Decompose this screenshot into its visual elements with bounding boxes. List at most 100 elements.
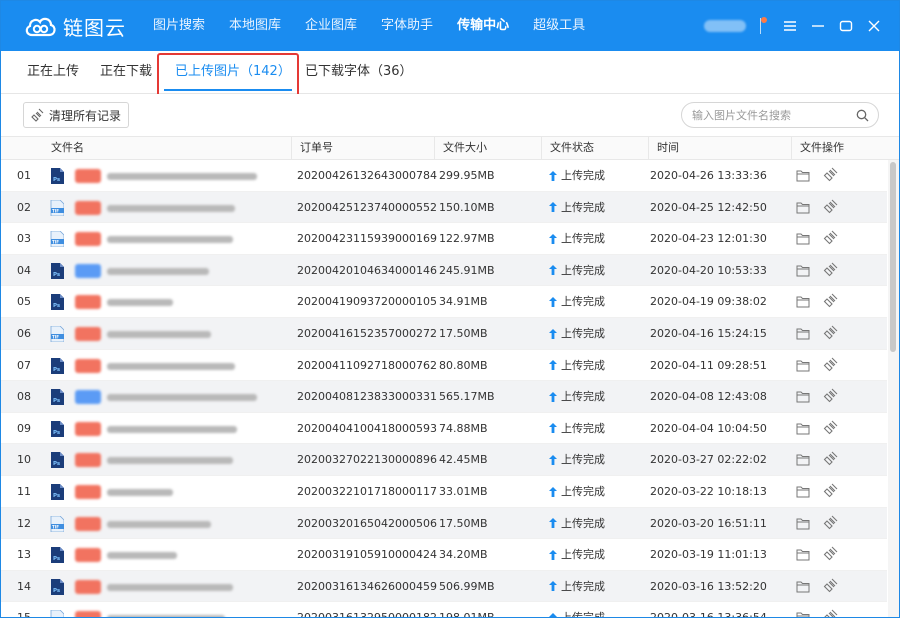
table-row[interactable]: 01 Ps 20200426132643000784 299.95MB 上传完成 2020… <box>1 160 887 192</box>
table-row[interactable]: 10 Ps 20200327022130000896 42.45MB 上传完成 2020-… <box>1 444 887 476</box>
tif-file-icon: TIF <box>50 326 64 342</box>
open-folder-icon[interactable] <box>796 485 810 498</box>
open-folder-icon[interactable] <box>796 295 810 308</box>
file-name[interactable] <box>107 173 257 180</box>
order-number: 20200411092718000762 <box>297 358 437 372</box>
clear-record-icon[interactable] <box>823 325 839 341</box>
file-name[interactable] <box>107 236 233 244</box>
open-folder-icon[interactable] <box>796 390 810 403</box>
table-row[interactable]: 14 Ps 20200316134626000459 506.99MB 上传完成 2020… <box>1 570 887 603</box>
clear-record-icon[interactable] <box>823 609 839 618</box>
nav-item-font-assistant[interactable]: 字体助手 <box>369 1 445 51</box>
open-folder-icon[interactable] <box>796 169 810 182</box>
file-name[interactable] <box>107 457 233 465</box>
search-input[interactable] <box>692 106 852 124</box>
nav-item-local-gallery[interactable]: 本地图库 <box>217 1 293 51</box>
user-account[interactable] <box>704 20 746 32</box>
file-size: 80.80MB <box>439 358 488 372</box>
file-name[interactable] <box>107 331 211 338</box>
file-name[interactable] <box>107 489 173 496</box>
table-row[interactable]: 03 TIF 20200423115939000169 122.97MB 上传完成 202… <box>1 223 887 255</box>
scrollbar-thumb[interactable] <box>890 162 896 352</box>
open-folder-icon[interactable] <box>796 422 810 435</box>
tab-downloaded-fonts[interactable]: 已下载字体（36） <box>305 51 413 93</box>
file-name[interactable] <box>107 299 173 307</box>
table-row[interactable]: 09 Ps 20200404100418000593 74.88MB 上传完成 2020-… <box>1 412 887 445</box>
column-header-time[interactable]: 时间 <box>648 137 791 159</box>
close-button[interactable] <box>863 15 885 37</box>
vertical-scrollbar[interactable] <box>888 160 899 617</box>
open-folder-icon[interactable] <box>796 232 810 245</box>
tab-uploaded-images[interactable]: 已上传图片（142） <box>175 51 291 93</box>
top-bar: 链图云 图片搜索 本地图库 企业图库 字体助手 传输中心 超级工具 <box>1 1 899 51</box>
open-folder-icon[interactable] <box>796 611 810 618</box>
clear-record-icon[interactable] <box>823 451 839 467</box>
clear-record-icon[interactable] <box>823 483 839 499</box>
row-index: 12 <box>17 516 31 530</box>
table-row[interactable]: 05 Ps 20200419093720000105 34.91MB 上传完成 2020-… <box>1 286 887 318</box>
file-name[interactable] <box>107 425 237 433</box>
clear-record-icon[interactable] <box>823 546 839 562</box>
nav-item-transfer-center[interactable]: 传输中心 <box>445 1 521 51</box>
table-row[interactable]: 15 TIF 20200316132950000182198.01MB 上传完成 202… <box>1 602 887 618</box>
clear-record-icon[interactable] <box>823 420 839 436</box>
file-status: 上传完成 <box>549 508 605 539</box>
maximize-button[interactable] <box>835 15 857 37</box>
file-size: 17.50MB <box>439 516 488 530</box>
file-name[interactable] <box>107 552 177 560</box>
menu-button[interactable] <box>779 15 801 37</box>
table-row[interactable]: 11 Ps 20200322101718000117 33.01MB 上传完成 2020-… <box>1 476 887 508</box>
upload-time: 2020-04-16 15:24:15 <box>650 327 767 340</box>
table-row[interactable]: 08 Ps 20200408123833000331 565.17MB 上传完成 2020… <box>1 381 887 413</box>
status-text: 上传完成 <box>561 421 605 435</box>
file-tag-badge <box>75 169 101 183</box>
svg-text:Ps: Ps <box>53 177 61 183</box>
clear-all-records-button[interactable]: 清理所有记录 <box>23 102 129 128</box>
tab-uploading[interactable]: 正在上传 <box>27 51 79 93</box>
clear-record-icon[interactable] <box>823 167 839 183</box>
clear-record-icon[interactable] <box>823 357 839 373</box>
open-folder-icon[interactable] <box>796 548 810 561</box>
file-name[interactable] <box>107 204 235 212</box>
open-folder-icon[interactable] <box>796 359 810 372</box>
search-icon[interactable] <box>856 109 869 122</box>
clear-record-icon[interactable] <box>823 230 839 246</box>
svg-text:TIF: TIF <box>52 524 59 529</box>
clear-record-icon[interactable] <box>823 199 839 215</box>
file-name[interactable] <box>107 520 211 528</box>
column-header-size[interactable]: 文件大小 <box>434 137 541 159</box>
file-tag-badge <box>75 548 101 563</box>
nav-item-image-search[interactable]: 图片搜索 <box>141 1 217 51</box>
column-header-filename[interactable]: 文件名 <box>43 137 291 159</box>
column-header-order[interactable]: 订单号 <box>291 137 434 159</box>
clear-record-icon[interactable] <box>823 293 839 309</box>
clear-record-icon[interactable] <box>823 578 839 594</box>
table-row[interactable]: 02 TIF 20200425123740000552 150.10MB 上传完成 202… <box>1 191 887 224</box>
table-row[interactable]: 12 TIF 20200320165042000506 17.50MB 上传完成 2020… <box>1 507 887 540</box>
upload-arrow-icon <box>549 265 557 276</box>
open-folder-icon[interactable] <box>796 453 810 466</box>
app-logo[interactable]: 链图云 <box>23 11 126 41</box>
table-row[interactable]: 06 TIF 20200416152357000272 17.50MB 上传完成 2020… <box>1 318 887 350</box>
file-name[interactable] <box>107 362 235 370</box>
open-folder-icon[interactable] <box>796 264 810 277</box>
open-folder-icon[interactable] <box>796 580 810 593</box>
table-row[interactable]: 07 Ps 20200411092718000762 80.80MB 上传完成 2020-… <box>1 349 887 382</box>
row-index: 08 <box>17 390 31 404</box>
nav-item-enterprise-gallery[interactable]: 企业图库 <box>293 1 369 51</box>
clear-record-icon[interactable] <box>823 388 839 404</box>
open-folder-icon[interactable] <box>796 327 810 340</box>
table-row[interactable]: 04 Ps 20200420104634000146 245.91MB 上传完成 2020… <box>1 254 887 287</box>
open-folder-icon[interactable] <box>796 517 810 530</box>
file-name[interactable] <box>107 267 209 275</box>
minimize-button[interactable] <box>807 15 829 37</box>
open-folder-icon[interactable] <box>796 201 810 214</box>
clear-record-icon[interactable] <box>823 515 839 531</box>
tab-downloading[interactable]: 正在下载 <box>100 51 152 93</box>
nav-item-super-tools[interactable]: 超级工具 <box>521 1 597 51</box>
file-name[interactable] <box>107 394 257 402</box>
file-name[interactable] <box>107 583 233 591</box>
clear-record-icon[interactable] <box>823 262 839 278</box>
column-header-status[interactable]: 文件状态 <box>541 137 648 159</box>
table-row[interactable]: 13 Ps 20200319105910000424 34.20MB 上传完成 2020-… <box>1 539 887 571</box>
